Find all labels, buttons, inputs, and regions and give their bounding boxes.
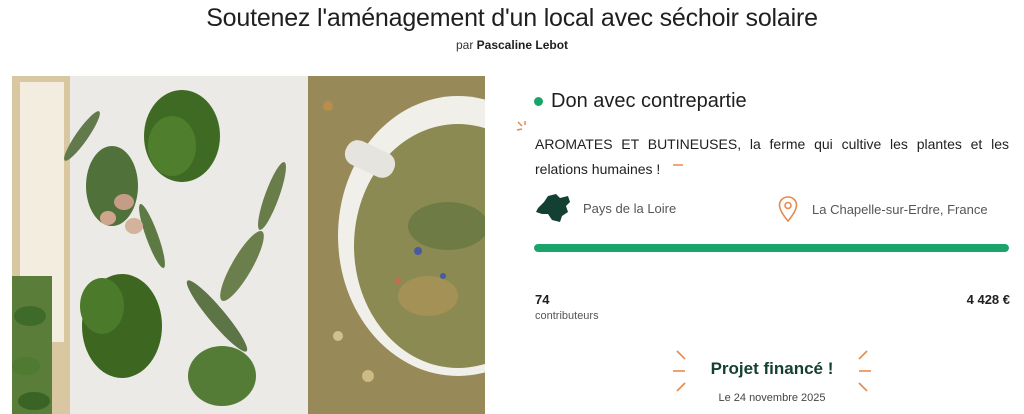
contributors-label: contributeurs xyxy=(535,310,599,322)
funding-mode: Don avec contrepartie xyxy=(534,90,1010,113)
byline: par Pascaline Lebot xyxy=(0,38,1024,52)
city-label: La Chapelle-sur-Erdre, France xyxy=(812,201,988,217)
tea-bowl-photo-right xyxy=(308,76,485,414)
project-description: AROMATES ET BUTINEUSES, la ferme qui cul… xyxy=(535,136,1009,177)
funded-label: Projet financé ! xyxy=(710,359,834,378)
funded-badge: Projet financé ! Le 24 novembre 2025 xyxy=(673,345,871,405)
status-dot xyxy=(534,97,543,106)
herbs-photo-left xyxy=(12,76,308,414)
region-info: Pays de la Loire xyxy=(534,188,774,228)
funding-mode-label: Don avec contrepartie xyxy=(551,90,747,112)
region-map-icon xyxy=(536,194,570,222)
city-info: La Chapelle-sur-Erdre, France xyxy=(778,192,1010,226)
region-label: Pays de la Loire xyxy=(583,200,677,216)
byline-prefix: par xyxy=(455,38,474,52)
funding-progress-bar xyxy=(534,244,1009,252)
amount-raised: 4 428 € xyxy=(966,292,1010,307)
project-image xyxy=(12,76,485,414)
funded-date: Le 24 novembre 2025 xyxy=(718,392,826,404)
page-title: Soutenez l'aménagement d'un local avec s… xyxy=(206,4,818,32)
author-link[interactable]: Pascaline Lebot xyxy=(477,38,568,52)
project-info-panel: Don avec contrepartie AROMATES ET BUTINE… xyxy=(516,90,1010,404)
underline-accent-icon xyxy=(673,164,683,166)
contributors-count: 74 xyxy=(535,292,550,307)
sparkle-icon xyxy=(516,121,526,131)
funding-progress-fill xyxy=(534,244,1009,252)
location-pin-icon xyxy=(778,196,798,222)
